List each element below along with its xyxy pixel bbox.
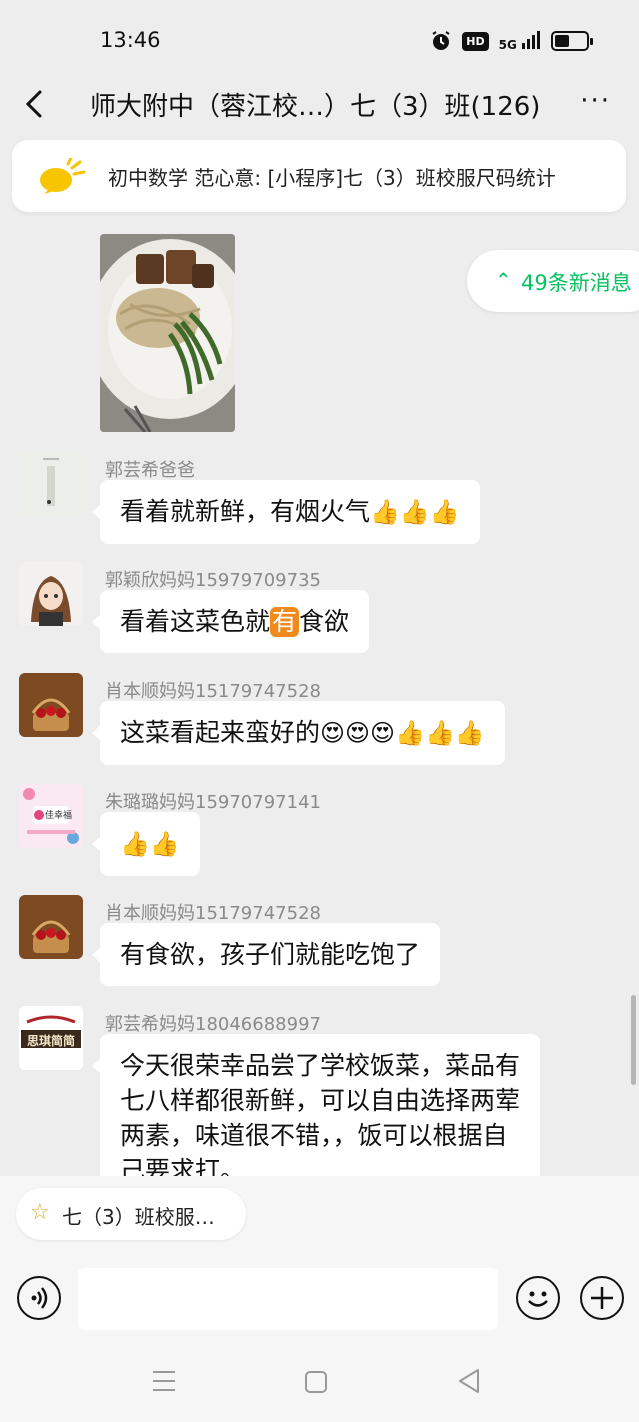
message-bubble[interactable]: 这菜看起来蛮好的😍😍😍👍👍👍 <box>92 701 505 765</box>
thumbs-up-emoji: 👍👍 <box>120 830 180 858</box>
hd-icon: HD <box>462 31 489 51</box>
star-icon: ☆ <box>30 1200 50 1225</box>
message-text-tail: 食欲 <box>299 607 350 636</box>
pinned-notice[interactable]: 初中数学 范心意: [小程序]七（3）班校服尺码统计 <box>12 140 626 212</box>
plus-icon[interactable] <box>580 1276 624 1320</box>
alarm-icon <box>432 31 450 50</box>
battery-icon <box>551 31 593 51</box>
avatar[interactable] <box>19 895 83 959</box>
message-text: 看着这菜色就 <box>120 607 271 636</box>
emoji-icon[interactable] <box>516 1276 560 1320</box>
avatar-brand-text: 思琪简简 <box>26 1034 75 1048</box>
new-messages-label: 49条新消息 <box>521 271 632 295</box>
signal-bars-icon <box>522 30 540 49</box>
food-photo-image <box>100 234 235 432</box>
status-bar: 13:46 HD 5G <box>0 0 639 80</box>
message-text: 这菜看起来蛮好的 <box>120 718 321 747</box>
network-type: 5G <box>498 37 517 52</box>
message-bubble[interactable]: 👍👍 <box>92 812 200 876</box>
avatar[interactable]: 佳幸福 <box>19 784 83 848</box>
message-bubble[interactable]: 今天很荣幸品尝了学校饭菜，菜品有七八样都很新鲜，可以自由选择两荤两素，味道很不错… <box>92 1034 540 1176</box>
avatar[interactable] <box>19 673 83 737</box>
pinned-shortcut-label: 七（3）班校服… <box>62 1205 215 1229</box>
back-arrow-icon[interactable] <box>20 86 50 122</box>
group-title: 师大附中（蓉江校…）七（3）班(126) <box>90 92 541 122</box>
status-time: 13:46 <box>100 28 161 52</box>
sender-name: 郭芸希妈妈18046688997 <box>105 1014 321 1035</box>
sender-name: 郭颖欣妈妈15979709735 <box>105 570 321 591</box>
scrollbar[interactable] <box>631 995 636 1085</box>
message-list[interactable]: ⌃ 49条新消息 郭芸希爸爸 看着就新鲜，有烟火气👍👍👍 郭颖欣妈妈159797… <box>0 232 639 1176</box>
pinned-notice-text: 初中数学 范心意: [小程序]七（3）班校服尺码统计 <box>108 166 556 190</box>
message-text: 今天很荣幸品尝了学校饭菜，菜品有七八样都很新鲜，可以自由选择两荤两素，味道很不错… <box>120 1051 521 1176</box>
sender-name: 肖本顺妈妈15179747528 <box>105 903 321 924</box>
status-icons: HD 5G <box>430 30 593 52</box>
announcement-icon <box>40 158 86 194</box>
nav-back-icon[interactable] <box>456 1368 482 1394</box>
pinned-shortcut-chip[interactable]: ☆ 七（3）班校服… <box>16 1188 246 1240</box>
battery-fill <box>555 35 569 47</box>
signal-5g-icon: 5G <box>498 30 541 52</box>
double-up-arrow-icon: ⌃ <box>495 268 512 292</box>
food-photo[interactable] <box>100 234 235 432</box>
avatar-shop-text: 佳幸福 <box>45 811 73 821</box>
message-text: 看着就新鲜，有烟火气 <box>120 497 371 526</box>
avatar[interactable]: 思琪简简 <box>19 1006 83 1070</box>
message-bubble[interactable]: 看着就新鲜，有烟火气👍👍👍 <box>92 480 480 544</box>
avatar[interactable] <box>19 452 83 516</box>
you-badge-emoji: 有 <box>270 607 300 637</box>
message-input[interactable] <box>78 1268 498 1330</box>
sender-name: 郭芸希爸爸 <box>105 460 195 481</box>
message-text: 有食欲，孩子们就能吃饱了 <box>120 940 421 969</box>
message-bubble[interactable]: 看着这菜色就有食欲 <box>91 590 370 653</box>
new-messages-button[interactable]: ⌃ 49条新消息 <box>467 250 639 312</box>
chat-header: 师大附中（蓉江校…）七（3）班(126) ··· <box>0 80 639 128</box>
menu-icon[interactable] <box>152 1370 176 1392</box>
avatar[interactable] <box>19 562 83 626</box>
message-bubble[interactable]: 有食欲，孩子们就能吃饱了 <box>91 923 441 986</box>
more-options-icon[interactable]: ··· <box>580 86 611 116</box>
home-icon[interactable] <box>305 1371 327 1393</box>
sender-name: 肖本顺妈妈15179747528 <box>105 681 321 702</box>
thumbs-up-emoji: 👍👍👍 <box>370 498 460 526</box>
voice-input-icon[interactable] <box>17 1276 61 1320</box>
system-nav-bar <box>0 1338 639 1422</box>
emoji-sequence: 😍😍😍👍👍👍 <box>320 719 485 747</box>
sender-name: 朱璐璐妈妈15970797141 <box>105 792 321 813</box>
